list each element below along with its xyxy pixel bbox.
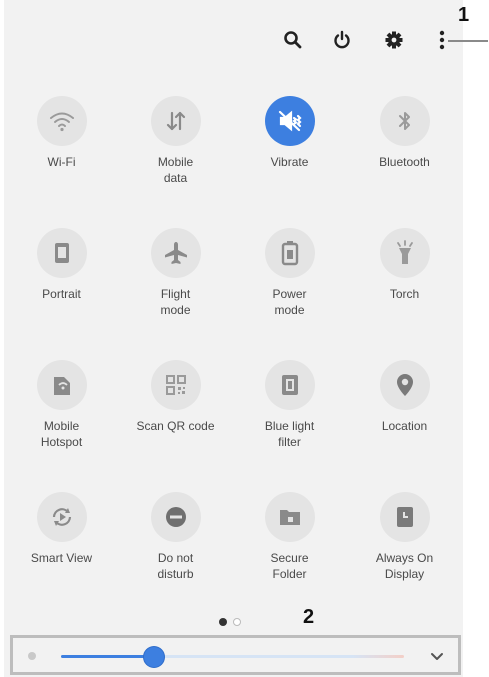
callout-number: 2 (303, 606, 315, 628)
page-dot[interactable] (233, 618, 241, 626)
search-icon[interactable] (280, 27, 306, 53)
vibrate-icon (264, 96, 315, 146)
brightness-bar (10, 635, 461, 675)
tile-label: Wi-Fi (47, 155, 76, 169)
mobile-data-icon (150, 96, 201, 146)
brightness-slider-thumb[interactable] (143, 647, 164, 667)
tile-vibrate[interactable]: Vibrate (232, 96, 347, 170)
chevron-down-icon[interactable] (428, 647, 446, 665)
tile-blue-light-filter[interactable]: Blue light filter (232, 360, 347, 450)
qr-code-icon (150, 360, 201, 410)
tile-location[interactable]: Location (347, 360, 462, 434)
tile-power-mode[interactable]: Power mode (232, 228, 347, 318)
callout-number: 1 (458, 4, 470, 26)
secure-folder-icon (264, 492, 315, 542)
tile-secure-folder[interactable]: Secure Folder (232, 492, 347, 582)
portrait-icon (36, 228, 87, 278)
tile-label: Scan QR code (136, 419, 215, 433)
gear-icon[interactable] (381, 27, 407, 53)
tile-label: Bluetooth (379, 155, 430, 169)
brightness-slider[interactable] (61, 655, 404, 658)
quick-settings-panel: Wi-Fi Mobile data Vibrate Bluetooth Port (4, 0, 463, 677)
tile-label: Flight mode (160, 287, 191, 317)
do-not-disturb-icon (150, 492, 201, 542)
tile-label: Location (381, 419, 428, 433)
tile-bluetooth[interactable]: Bluetooth (347, 96, 462, 170)
bluetooth-icon (379, 96, 430, 146)
tile-label: Always On Display (375, 551, 434, 581)
tile-scan-qr-code[interactable]: Scan QR code (118, 360, 233, 434)
tile-label: Smart View (30, 551, 93, 565)
tile-torch[interactable]: Torch (347, 228, 462, 302)
smart-view-icon (36, 492, 87, 542)
brightness-icon (28, 652, 36, 660)
tile-label: Portrait (42, 287, 81, 301)
tile-label: Do not disturb (157, 551, 194, 581)
tile-label: Vibrate (270, 155, 309, 169)
callout-line (448, 40, 488, 42)
blue-light-icon (264, 360, 315, 410)
tile-smart-view[interactable]: Smart View (4, 492, 119, 566)
tile-flight-mode[interactable]: Flight mode (118, 228, 233, 318)
tile-always-on-display[interactable]: Always On Display (347, 492, 462, 582)
battery-icon (264, 228, 315, 278)
power-icon[interactable] (329, 27, 355, 53)
tile-label: Blue light filter (264, 419, 315, 449)
always-on-display-icon (379, 492, 430, 542)
page-indicator[interactable] (219, 618, 241, 626)
tile-mobile-data[interactable]: Mobile data (118, 96, 233, 186)
tile-label: Secure Folder (270, 551, 309, 581)
page-dot-active[interactable] (219, 618, 227, 626)
tile-label: Mobile data (157, 155, 194, 185)
tile-portrait[interactable]: Portrait (4, 228, 119, 302)
tile-label: Mobile Hotspot (40, 419, 83, 449)
brightness-slider-fill (61, 655, 154, 658)
tile-wifi[interactable]: Wi-Fi (4, 96, 119, 170)
quick-panel-toolbar (4, 0, 463, 75)
location-pin-icon (379, 360, 430, 410)
wifi-icon (36, 96, 87, 146)
tile-mobile-hotspot[interactable]: Mobile Hotspot (4, 360, 119, 450)
hotspot-icon (36, 360, 87, 410)
torch-icon (379, 228, 430, 278)
airplane-icon (150, 228, 201, 278)
tile-do-not-disturb[interactable]: Do not disturb (118, 492, 233, 582)
tile-label: Torch (389, 287, 420, 301)
tile-label: Power mode (272, 287, 307, 317)
